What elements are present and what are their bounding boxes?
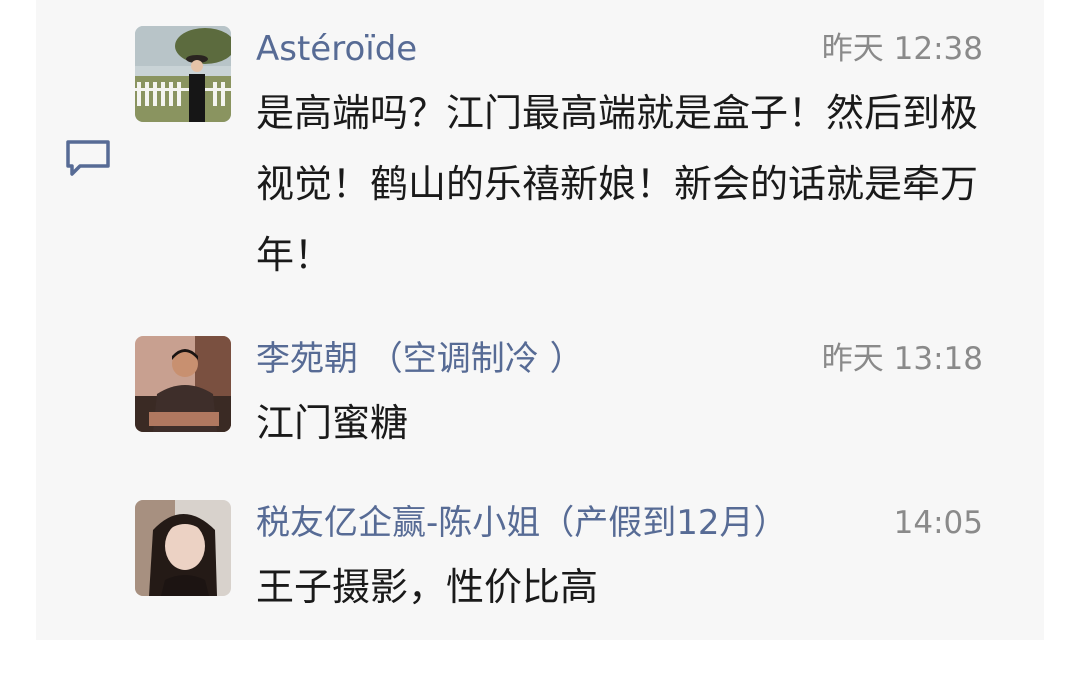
- comment-text: 江门蜜糖: [256, 401, 409, 445]
- comment-time: 昨天 12:38: [821, 31, 983, 67]
- comment-time: 14:05: [893, 505, 983, 541]
- comment-time: 昨天 13:18: [821, 341, 983, 377]
- avatar[interactable]: [135, 26, 231, 122]
- comment-text: 王子摄影，性价比高: [256, 565, 599, 609]
- comment-author[interactable]: 税友亿企赢-陈小姐（产假到12月）: [256, 500, 788, 546]
- comment-author[interactable]: 李苑朝 （空调制冷 ）: [256, 336, 584, 382]
- comment-text: 是高端吗？江门最高端就是盒子！然后到极视觉！鹤山的乐禧新娘！新会的话就是牵万年！: [256, 91, 979, 277]
- comment-author[interactable]: Astéroïde: [256, 26, 417, 72]
- comment-bubble-icon: [64, 138, 112, 178]
- avatar[interactable]: [135, 336, 231, 432]
- avatar[interactable]: [135, 500, 231, 596]
